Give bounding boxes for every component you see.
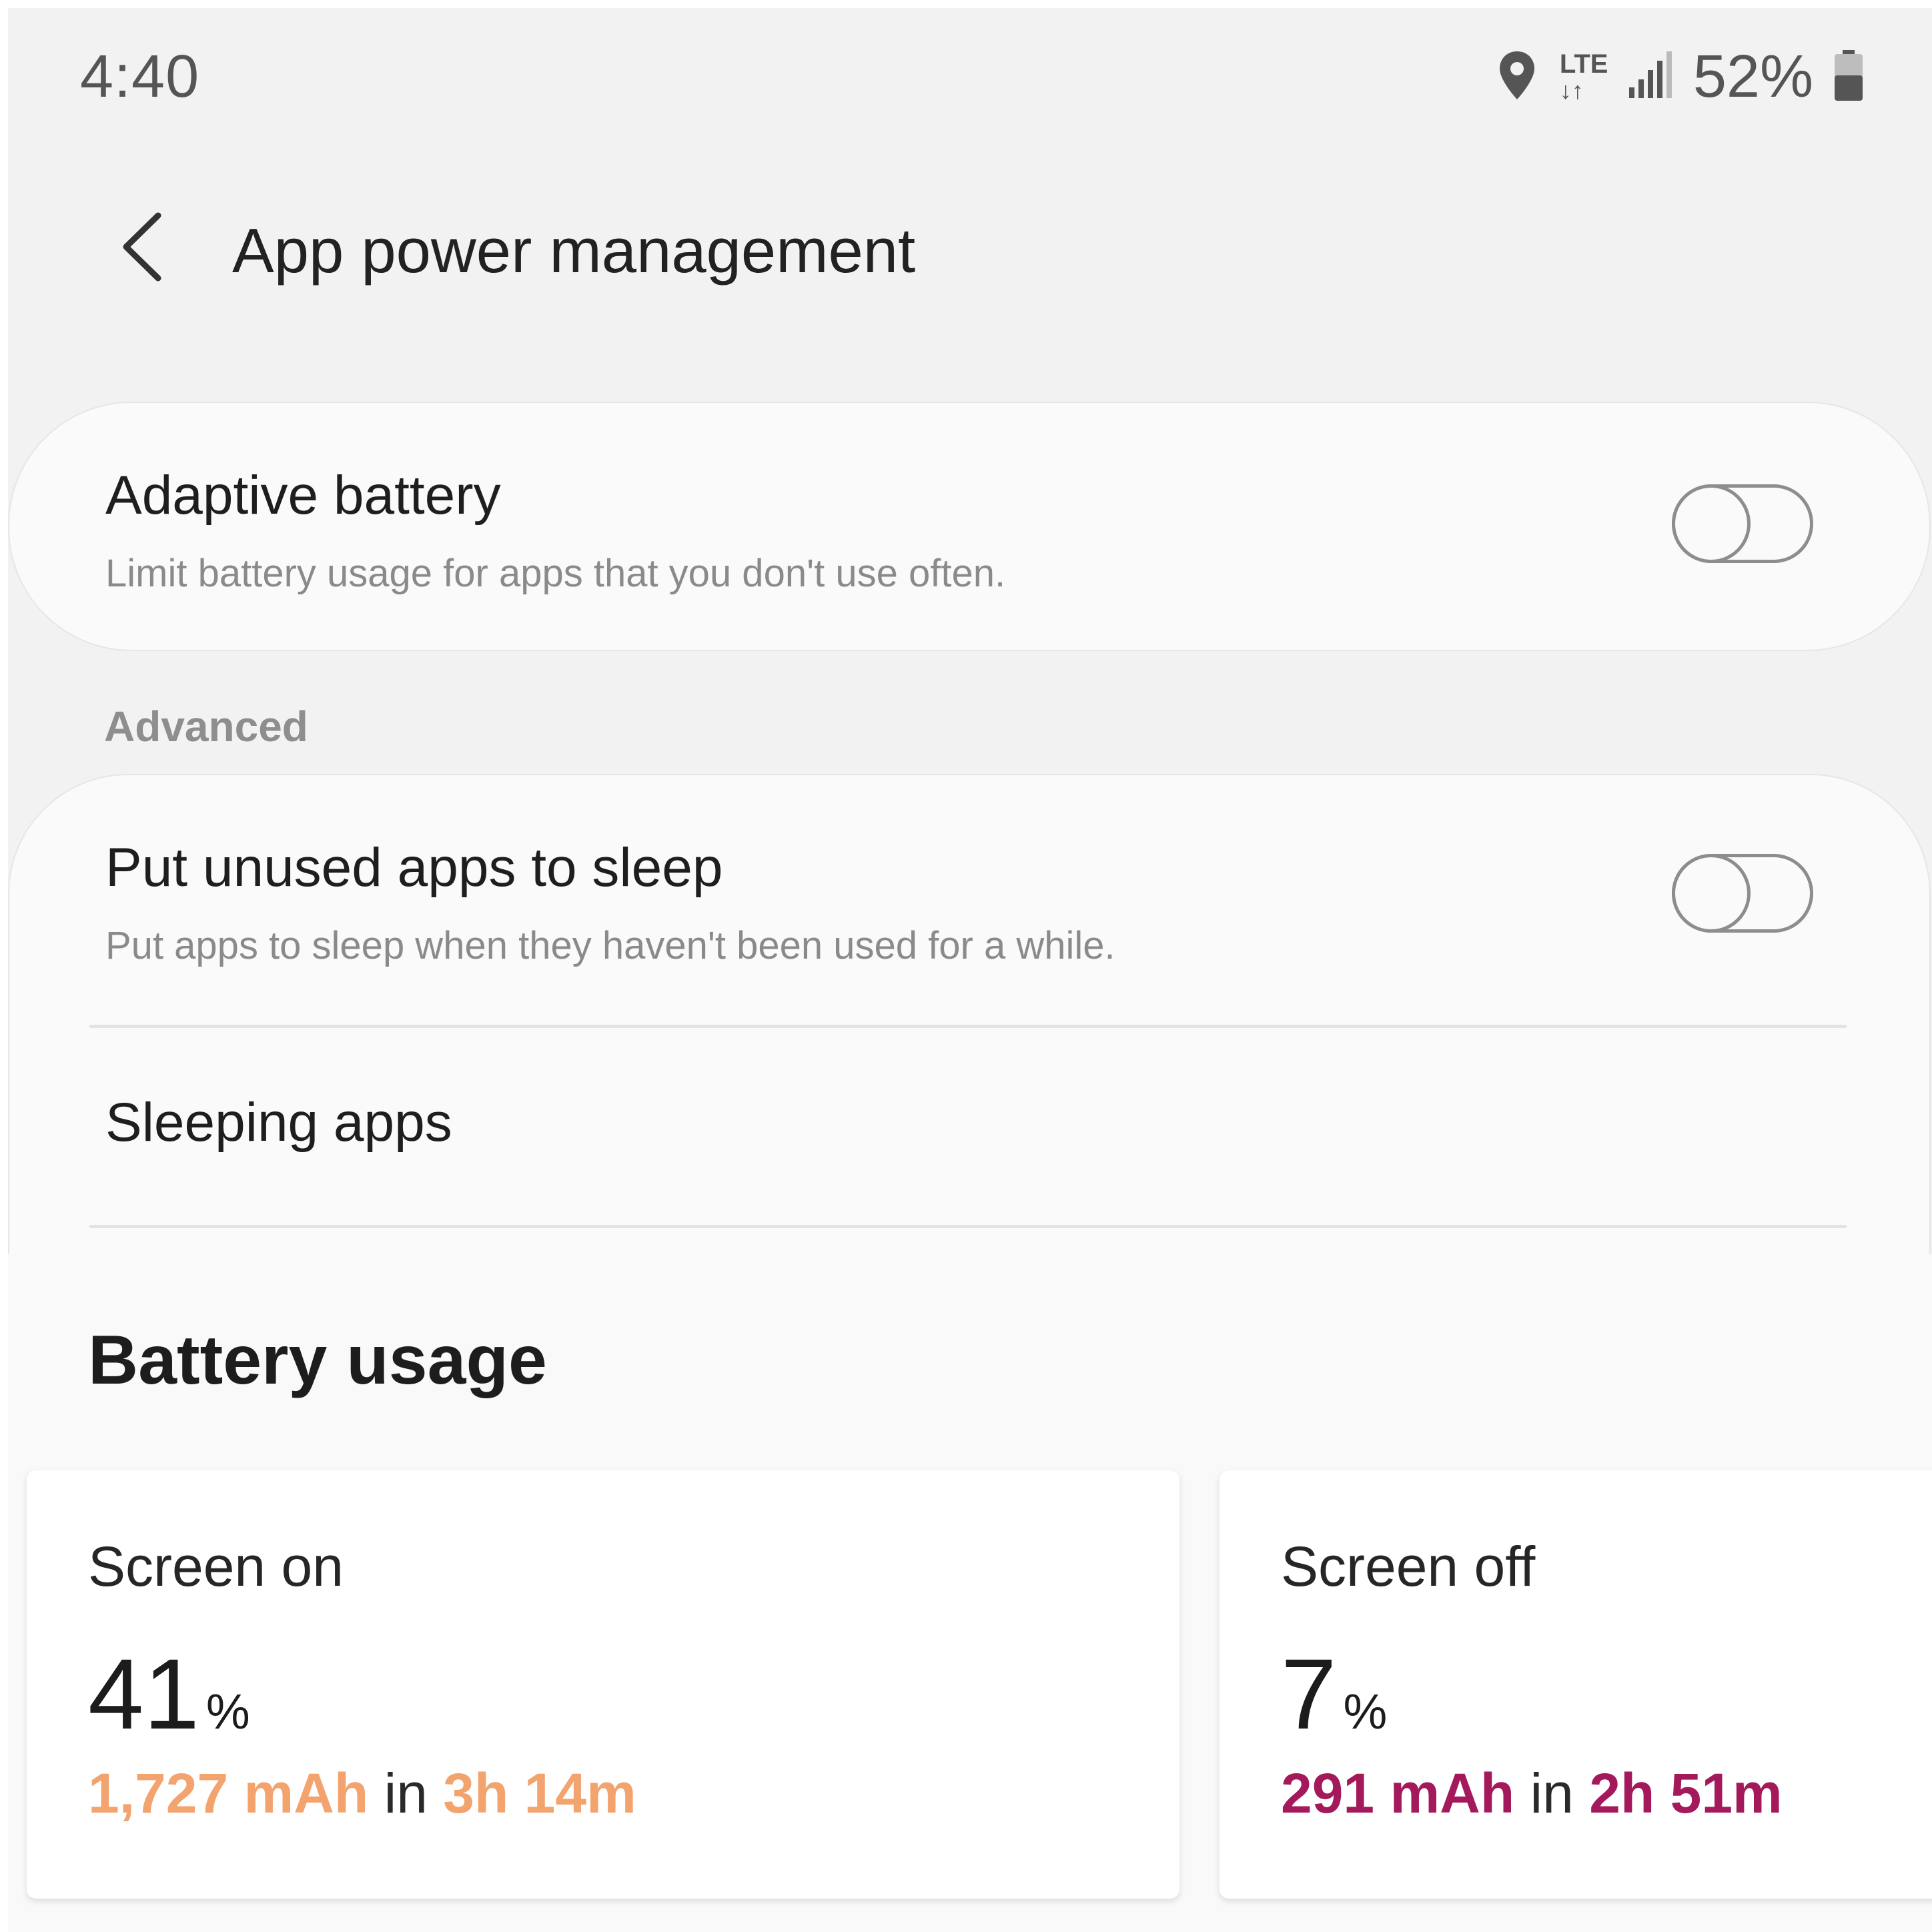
- adaptive-battery-toggle[interactable]: [1672, 484, 1813, 563]
- battery-usage-section: Battery usage Screen on 41% 1,727 mAh in…: [8, 1254, 1932, 1932]
- screen-off-duration: 2h 51m: [1589, 1762, 1783, 1825]
- sleeping-apps-item[interactable]: Sleeping apps: [105, 1091, 452, 1154]
- screen-off-percent-sign: %: [1343, 1684, 1388, 1739]
- screen-on-in: in: [384, 1762, 428, 1825]
- divider: [89, 1025, 1847, 1028]
- put-unused-apps-to-sleep-toggle[interactable]: [1672, 854, 1813, 933]
- lte-data-icon: LTE ↓↑: [1556, 47, 1609, 107]
- screen-off-mah: 291 mAh: [1281, 1762, 1515, 1825]
- screen-off-label: Screen off: [1281, 1535, 1536, 1598]
- screen-on-percent-sign: %: [205, 1684, 250, 1739]
- screen-off-percent-value: 7: [1281, 1638, 1337, 1750]
- lte-label: LTE: [1559, 49, 1608, 79]
- battery-percent: 52%: [1693, 43, 1813, 110]
- toggle-knob: [1672, 854, 1751, 933]
- screen-off-percent: 7%: [1281, 1644, 1387, 1744]
- screen-on-card[interactable]: Screen on 41% 1,727 mAh in 3h 14m: [27, 1470, 1179, 1899]
- battery-icon: [1832, 49, 1865, 105]
- data-arrows-icon: ↓↑: [1559, 77, 1584, 104]
- screen-off-card[interactable]: Screen off 7% 291 mAh in 2h 51m: [1220, 1470, 1932, 1899]
- app-header: App power management: [8, 175, 1932, 322]
- battery-usage-heading: Battery usage: [88, 1322, 547, 1399]
- screen-on-label: Screen on: [88, 1535, 344, 1598]
- toggle-knob: [1672, 484, 1751, 563]
- put-unused-apps-to-sleep-title[interactable]: Put unused apps to sleep: [105, 837, 722, 899]
- back-button[interactable]: [101, 208, 181, 288]
- chevron-left-icon: [118, 210, 165, 287]
- screen-on-percent: 41%: [88, 1644, 250, 1744]
- section-label-advanced: Advanced: [104, 702, 308, 751]
- screen-off-detail: 291 mAh in 2h 51m: [1281, 1761, 1783, 1826]
- put-unused-apps-to-sleep-description: Put apps to sleep when they haven't been…: [105, 924, 1115, 967]
- status-icons: LTE ↓↑ 52%: [1497, 40, 1865, 113]
- settings-top-area: 4:40 LTE ↓↑ 52% App power management Ada…: [8, 8, 1932, 1254]
- location-icon: [1497, 49, 1537, 105]
- status-bar: 4:40 LTE ↓↑ 52%: [8, 8, 1932, 135]
- screen-on-detail: 1,727 mAh in 3h 14m: [88, 1761, 636, 1826]
- divider: [89, 1225, 1847, 1228]
- adaptive-battery-description: Limit battery usage for apps that you do…: [105, 552, 1006, 595]
- screen-on-mah: 1,727 mAh: [88, 1762, 369, 1825]
- screen-off-in: in: [1530, 1762, 1574, 1825]
- screen-on-percent-value: 41: [88, 1638, 199, 1750]
- status-time: 4:40: [80, 43, 200, 110]
- screen-on-duration: 3h 14m: [443, 1762, 636, 1825]
- adaptive-battery-title: Adaptive battery: [105, 465, 501, 526]
- signal-icon: [1628, 49, 1674, 105]
- advanced-card: Put unused apps to sleep Put apps to sle…: [8, 774, 1931, 1254]
- page-title: App power management: [232, 215, 916, 286]
- adaptive-battery-row[interactable]: Adaptive battery Limit battery usage for…: [8, 402, 1931, 651]
